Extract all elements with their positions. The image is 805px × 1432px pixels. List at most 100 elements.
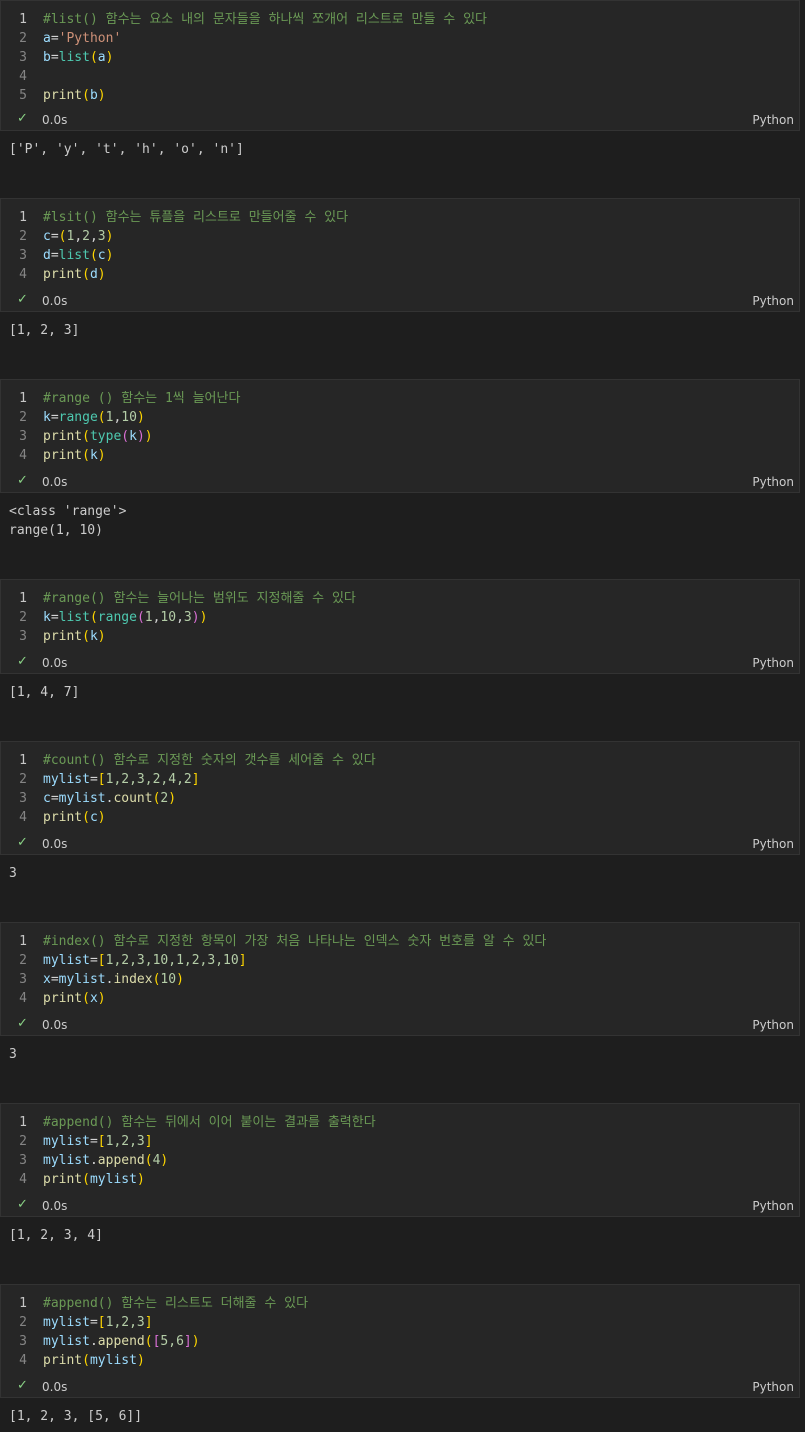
- output-line: ['P', 'y', 't', 'h', 'o', 'n']: [9, 142, 244, 157]
- function: print: [43, 1172, 83, 1187]
- line-number: 2: [19, 772, 27, 787]
- paren: ): [97, 991, 106, 1006]
- operator: =: [50, 972, 59, 987]
- code-cell-8[interactable]: 1 #append() 함수는 리스트도 더해줄 수 있다 2 mylist=[1,…: [0, 1284, 800, 1398]
- cell-status-bar: ✓ 0.0s Python: [1, 1015, 799, 1035]
- comment: #list() 함수는 요소 내의 문자들을 하나씩 쪼개어 리스트로 만들 수…: [43, 12, 488, 27]
- code-editor[interactable]: 1 #append() 함수는 리스트도 더해줄 수 있다 2 mylist=[1,…: [1, 1285, 799, 1370]
- paren: ): [136, 1353, 145, 1368]
- operator: =: [50, 410, 59, 425]
- line-number: 1: [19, 12, 27, 27]
- variable: mylist: [43, 1334, 90, 1349]
- code-line: 1 #list() 함수는 요소 내의 문자들을 하나씩 쪼개어 리스트로 만들 …: [1, 10, 799, 29]
- code-line: 1 #range () 함수는 1씩 늘어난다: [1, 389, 799, 408]
- line-number: 1: [19, 210, 27, 225]
- operator: =: [50, 229, 59, 244]
- language-picker[interactable]: Python: [752, 1199, 794, 1213]
- code-line: 2 k=range(1,10): [1, 408, 799, 427]
- variable: mylist: [58, 791, 106, 806]
- language-picker[interactable]: Python: [752, 1018, 794, 1032]
- operator: =: [50, 610, 59, 625]
- line-number: 4: [19, 69, 27, 84]
- variable: d: [43, 248, 51, 263]
- line-number: 3: [19, 972, 27, 987]
- paren: ): [105, 50, 114, 65]
- paren: ): [97, 267, 106, 282]
- variable: c: [43, 229, 51, 244]
- paren: ): [199, 610, 208, 625]
- line-number: 2: [19, 1315, 27, 1330]
- paren: (: [89, 610, 98, 625]
- paren: (: [82, 810, 90, 825]
- language-picker[interactable]: Python: [752, 294, 794, 308]
- comment: #append() 함수는 뒤에서 이어 붙이는 결과를 출력한다: [43, 1115, 376, 1130]
- line-number: 2: [19, 953, 27, 968]
- comment: #lsit() 함수는 튜플을 리스트로 만들어줄 수 있다: [43, 210, 349, 225]
- language-picker[interactable]: Python: [752, 475, 794, 489]
- variable: c: [43, 791, 51, 806]
- language-picker[interactable]: Python: [752, 837, 794, 851]
- code-cell-7[interactable]: 1 #append() 함수는 뒤에서 이어 붙이는 결과를 출력한다 2 myli…: [0, 1103, 800, 1217]
- paren: ): [191, 1334, 200, 1349]
- code-line: 4 print(mylist): [1, 1351, 799, 1370]
- code-editor[interactable]: 1 #list() 함수는 요소 내의 문자들을 하나씩 쪼개어 리스트로 만들 …: [1, 1, 799, 105]
- number: 3: [183, 610, 192, 625]
- code-cell-6[interactable]: 1 #index() 함수로 지정한 항목이 가장 처음 나타나는 인덱스 숫자 …: [0, 922, 800, 1036]
- code-line: 4 print(x): [1, 989, 799, 1008]
- paren: ): [97, 629, 106, 644]
- variable: mylist: [43, 1315, 90, 1330]
- execution-time: 0.0s: [42, 475, 68, 489]
- bracket: ]: [144, 1134, 153, 1149]
- paren: (: [82, 629, 90, 644]
- comma: ,: [74, 229, 83, 244]
- code-cell-1[interactable]: 1 #list() 함수는 요소 내의 문자들을 하나씩 쪼개어 리스트로 만들 …: [0, 0, 800, 131]
- line-number: 4: [19, 1172, 27, 1187]
- execution-time: 0.0s: [42, 656, 68, 670]
- code-editor[interactable]: 1 #index() 함수로 지정한 항목이 가장 처음 나타나는 인덱스 숫자 …: [1, 923, 799, 1008]
- execution-time: 0.0s: [42, 1380, 68, 1394]
- cell-output-5: 3: [9, 864, 17, 883]
- code-line: 3 d=list(c): [1, 246, 799, 265]
- check-icon: ✓: [17, 835, 28, 850]
- code-editor[interactable]: 1 #append() 함수는 뒤에서 이어 붙이는 결과를 출력한다 2 myli…: [1, 1104, 799, 1189]
- function: append: [97, 1334, 145, 1349]
- code-cell-3[interactable]: 1 #range () 함수는 1씩 늘어난다 2 k=range(1,10) 3p…: [0, 379, 800, 493]
- code-editor[interactable]: 1 #range () 함수는 1씩 늘어난다 2 k=range(1,10) 3p…: [1, 380, 799, 465]
- bracket: [: [97, 1315, 106, 1330]
- code-editor[interactable]: 1 #lsit() 함수는 튜플을 리스트로 만들어줄 수 있다 2 c=(1,2,…: [1, 199, 799, 284]
- code-line: 5 print(b): [1, 86, 799, 105]
- line-number: 3: [19, 1334, 27, 1349]
- code-cell-5[interactable]: 1 #count() 함수로 지정한 숫자의 갯수를 세어줄 수 있다 2 myli…: [0, 741, 800, 855]
- number: 10: [160, 972, 177, 987]
- check-icon: ✓: [17, 292, 28, 307]
- code-line: 4 print(c): [1, 808, 799, 827]
- code-cell-2[interactable]: 1 #lsit() 함수는 튜플을 리스트로 만들어줄 수 있다 2 c=(1,2,…: [0, 198, 800, 312]
- code-line: 1 #count() 함수로 지정한 숫자의 갯수를 세어줄 수 있다: [1, 751, 799, 770]
- bracket: ]: [191, 772, 200, 787]
- code-line: 2 c=(1,2,3): [1, 227, 799, 246]
- function: print: [43, 429, 83, 444]
- code-cell-4[interactable]: 1 #range() 함수는 늘어나는 범위도 지정해줄 수 있다 2 k=list…: [0, 579, 800, 674]
- bracket: ]: [238, 953, 247, 968]
- language-picker[interactable]: Python: [752, 113, 794, 127]
- language-picker[interactable]: Python: [752, 656, 794, 670]
- code-line: 4: [1, 67, 799, 86]
- line-number: 2: [19, 610, 27, 625]
- string: 'Python': [58, 31, 122, 46]
- paren: ): [97, 88, 106, 103]
- line-number: 3: [19, 1153, 27, 1168]
- variable: x: [43, 972, 51, 987]
- comment: #count() 함수로 지정한 숫자의 갯수를 세어줄 수 있다: [43, 753, 376, 768]
- language-picker[interactable]: Python: [752, 1380, 794, 1394]
- cell-output-3: <class 'range'> range(1, 10): [9, 502, 126, 540]
- code-editor[interactable]: 1 #range() 함수는 늘어나는 범위도 지정해줄 수 있다 2 k=list…: [1, 580, 799, 646]
- variable: b: [89, 88, 98, 103]
- execution-time: 0.0s: [42, 837, 68, 851]
- code-line: 2 mylist=[1,2,3,2,4,2]: [1, 770, 799, 789]
- line-number: 4: [19, 448, 27, 463]
- variable: k: [89, 448, 98, 463]
- code-editor[interactable]: 1 #count() 함수로 지정한 숫자의 갯수를 세어줄 수 있다 2 myli…: [1, 742, 799, 827]
- number: 3: [97, 229, 106, 244]
- code-line: 4 print(d): [1, 265, 799, 284]
- variable: k: [43, 410, 51, 425]
